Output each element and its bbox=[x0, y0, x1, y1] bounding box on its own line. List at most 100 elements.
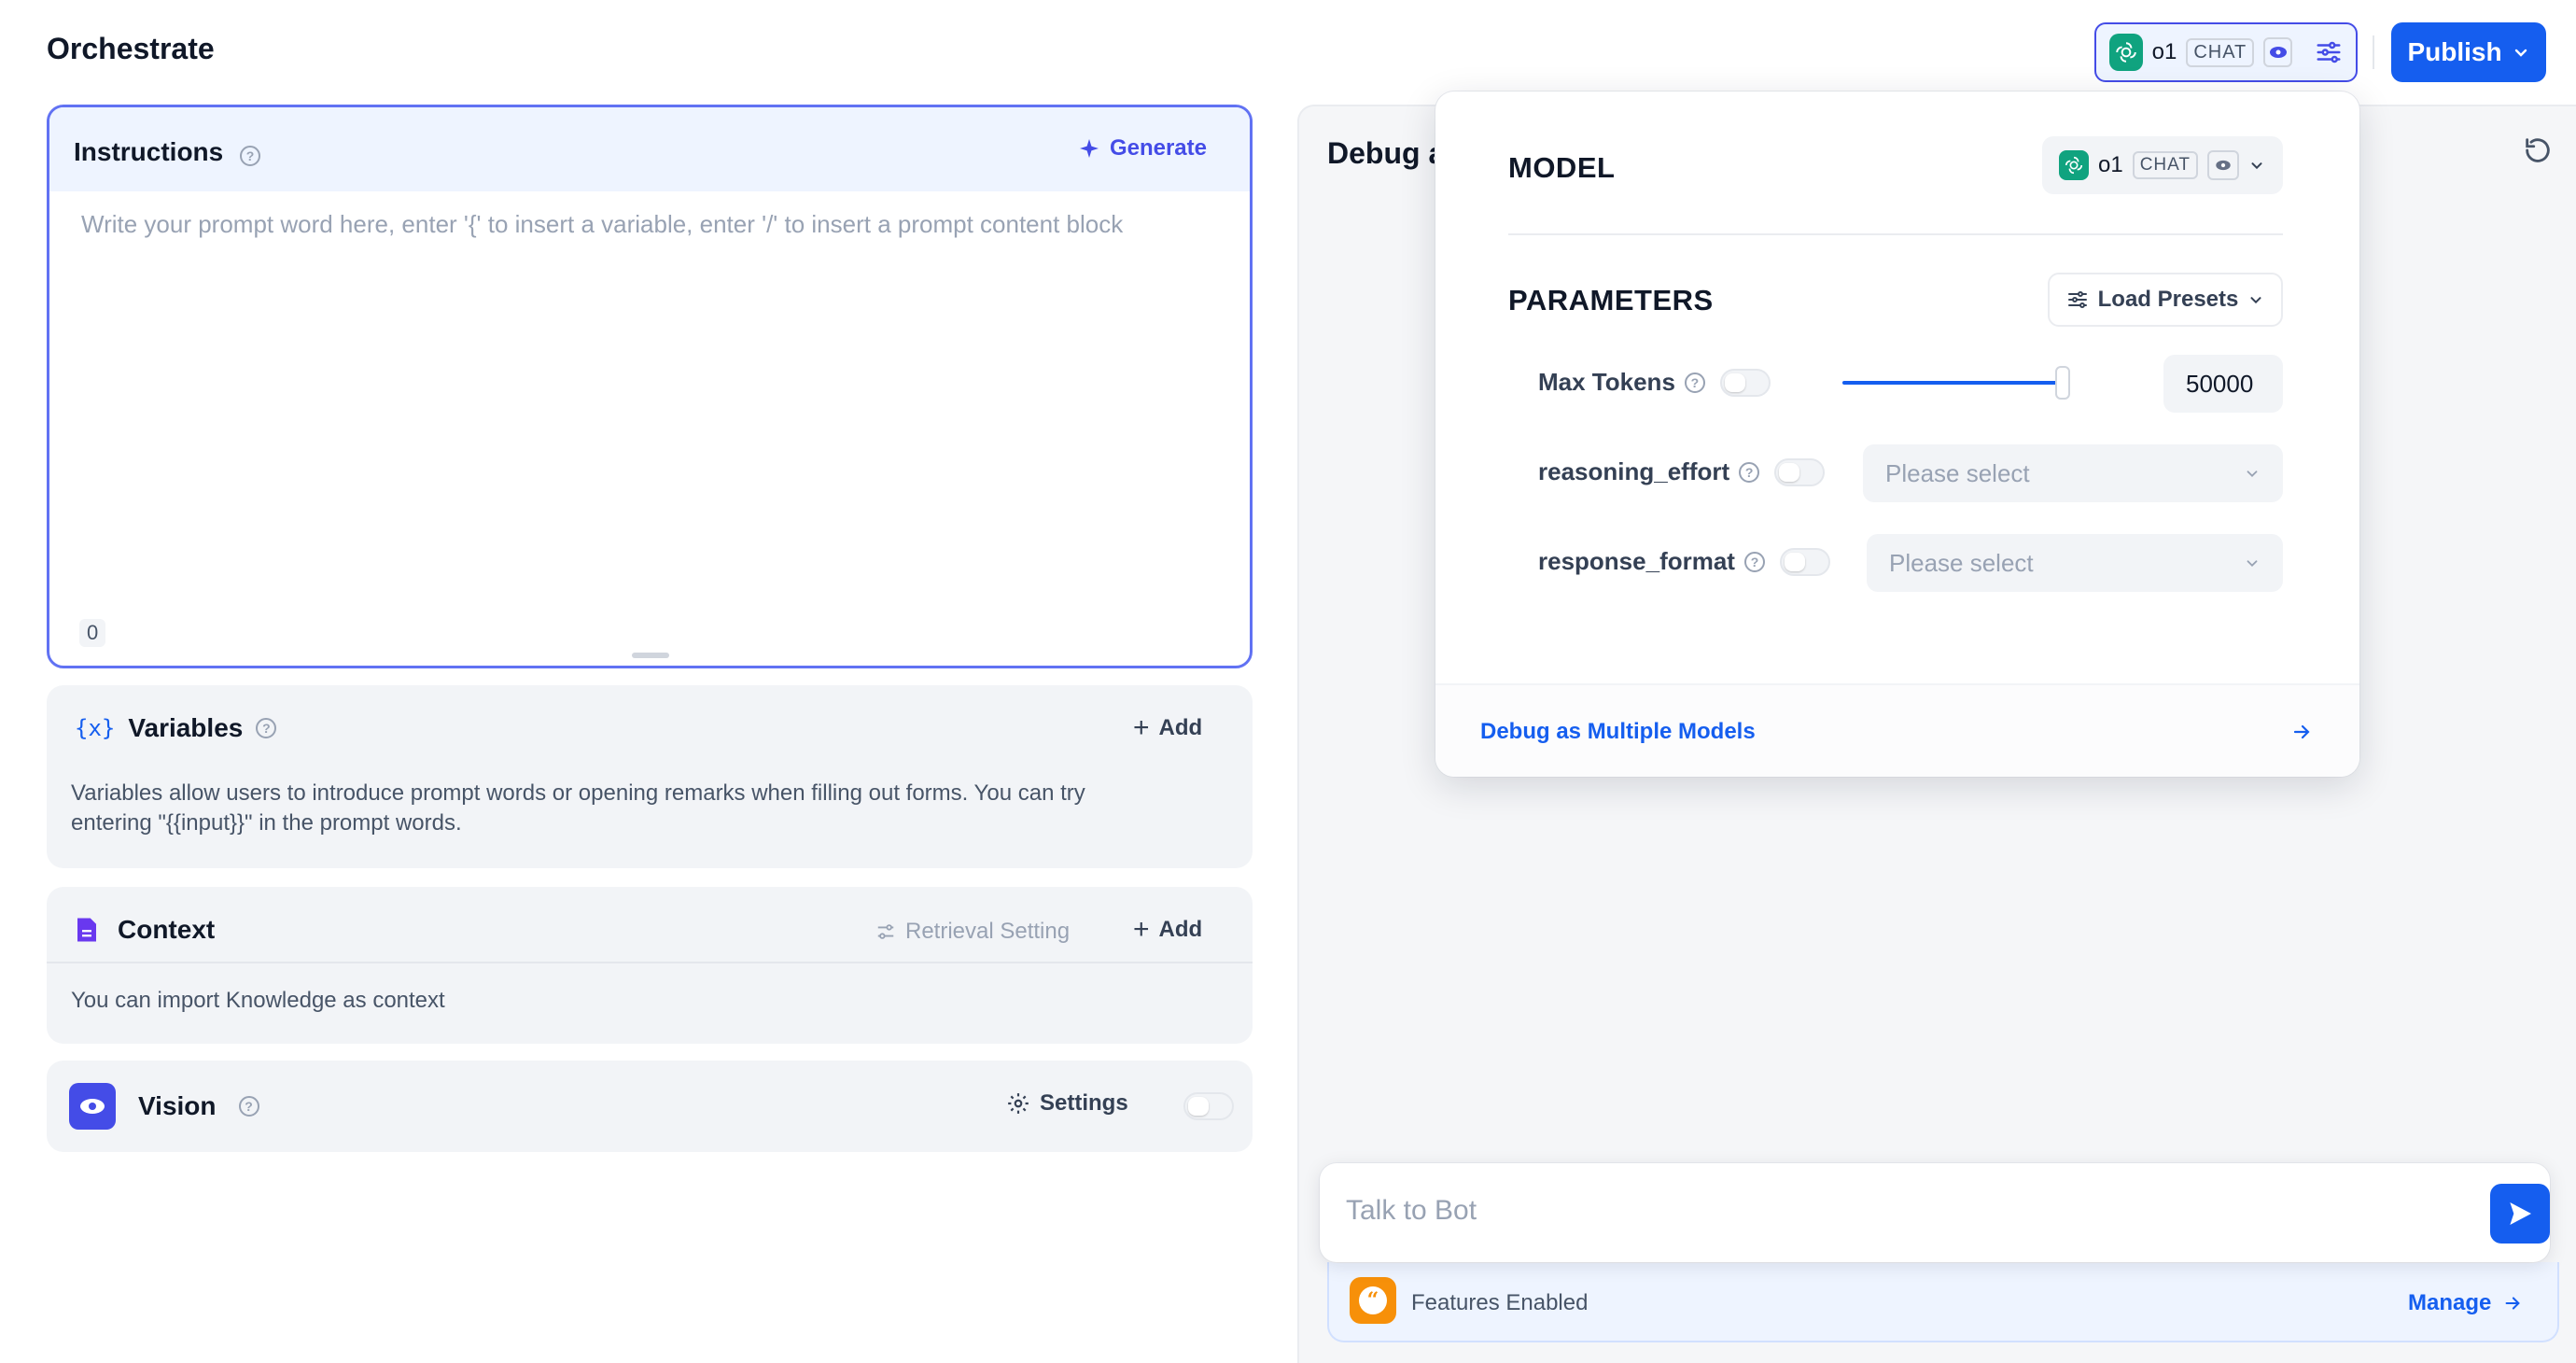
param-label: response_format bbox=[1538, 547, 1735, 575]
model-settings-popup: MODEL o1 CHAT PARAMETERS Load Presets Ma… bbox=[1435, 91, 2359, 777]
add-label: Add bbox=[1158, 917, 1203, 942]
param-row-reasoning-effort: reasoning_effort ? bbox=[1538, 457, 1826, 486]
retrieval-setting-button[interactable]: Retrieval Setting bbox=[875, 919, 1070, 945]
send-icon bbox=[2510, 1202, 2531, 1225]
publish-button[interactable]: Publish bbox=[2391, 22, 2546, 82]
max-tokens-input[interactable]: 50000 bbox=[2163, 355, 2283, 413]
vision-settings-button[interactable]: Settings bbox=[1006, 1090, 1128, 1117]
help-icon[interactable]: ? bbox=[238, 1096, 259, 1117]
context-title: Context bbox=[118, 915, 216, 944]
model-selector-chip[interactable]: o1 CHAT bbox=[2094, 22, 2358, 82]
instructions-title: Instructions ? bbox=[74, 137, 261, 167]
gear-icon bbox=[1008, 1093, 1029, 1114]
model-name: o1 bbox=[2151, 39, 2177, 64]
add-variable-button[interactable]: + Add bbox=[1133, 712, 1203, 743]
instructions-header: Instructions ? Generate bbox=[49, 107, 1250, 191]
settings-label: Settings bbox=[1040, 1090, 1128, 1116]
debug-multiple-models-link[interactable]: Debug as Multiple Models bbox=[1480, 719, 1756, 745]
settings-sliders-icon bbox=[877, 924, 894, 939]
parameters-heading: PARAMETERS bbox=[1508, 284, 1714, 316]
model-heading: MODEL bbox=[1508, 151, 1616, 184]
sliders-icon bbox=[2067, 291, 2087, 308]
features-enabled-label: Features Enabled bbox=[1411, 1290, 1589, 1315]
instructions-editor[interactable]: Instructions ? Generate Write your promp… bbox=[47, 105, 1253, 668]
chevron-down-icon bbox=[2247, 560, 2258, 567]
context-description: You can import Knowledge as context bbox=[71, 988, 445, 1013]
param-row-response-format: response_format ? bbox=[1538, 547, 1830, 576]
slider-track bbox=[1842, 381, 2063, 385]
chat-input-box[interactable]: Talk to Bot bbox=[1320, 1163, 2550, 1262]
load-presets-label: Load Presets bbox=[2097, 287, 2239, 312]
page-title: Orchestrate bbox=[47, 32, 215, 65]
param-label: reasoning_effort bbox=[1538, 457, 1730, 485]
chevron-down-icon bbox=[2250, 297, 2261, 304]
response-format-toggle[interactable] bbox=[1779, 547, 1830, 576]
header-divider bbox=[2373, 35, 2374, 69]
chevron-down-icon bbox=[2251, 162, 2262, 170]
param-label: Max Tokens bbox=[1538, 368, 1675, 396]
vision-eye-icon bbox=[69, 1083, 116, 1130]
context-card: Context Retrieval Setting + Add You can … bbox=[47, 887, 1253, 1044]
send-button[interactable] bbox=[2490, 1184, 2550, 1244]
add-label: Add bbox=[1158, 715, 1203, 740]
model-mode-tag: CHAT bbox=[2186, 37, 2255, 67]
add-context-button[interactable]: + Add bbox=[1133, 914, 1203, 945]
features-bar: “ Features Enabled Manage bbox=[1327, 1262, 2559, 1342]
vision-title: Vision bbox=[138, 1091, 217, 1120]
model-name: o1 bbox=[2098, 152, 2123, 177]
help-icon[interactable]: ? bbox=[240, 146, 261, 166]
reasoning-effort-select[interactable]: Please select bbox=[1863, 444, 2283, 502]
max-tokens-slider[interactable] bbox=[1842, 366, 2070, 400]
features-quote-icon: “ bbox=[1350, 1277, 1396, 1324]
vision-eye-icon bbox=[2207, 150, 2240, 180]
popup-footer[interactable]: Debug as Multiple Models bbox=[1435, 683, 2359, 777]
manage-label: Manage bbox=[2408, 1290, 2492, 1315]
openai-logo-icon bbox=[2109, 34, 2143, 71]
reasoning-effort-toggle[interactable] bbox=[1774, 457, 1826, 486]
param-row-max-tokens: Max Tokens ? bbox=[1538, 368, 1771, 397]
variables-description: Variables allow users to introduce promp… bbox=[71, 780, 1085, 836]
vision-eye-icon bbox=[2263, 37, 2292, 67]
chevron-down-icon bbox=[2247, 471, 2258, 477]
debug-title: Debug a bbox=[1327, 136, 1446, 170]
publish-label: Publish bbox=[2407, 37, 2502, 66]
help-icon[interactable]: ? bbox=[1743, 551, 1765, 572]
max-tokens-toggle[interactable] bbox=[1719, 368, 1771, 397]
retrieval-setting-label: Retrieval Setting bbox=[905, 919, 1071, 944]
help-icon[interactable]: ? bbox=[1684, 372, 1705, 393]
load-presets-button[interactable]: Load Presets bbox=[2048, 273, 2283, 327]
generate-button[interactable]: Generate bbox=[1078, 135, 1207, 162]
char-count: 0 bbox=[79, 619, 106, 647]
resize-handle[interactable] bbox=[632, 653, 669, 658]
refresh-icon[interactable] bbox=[2522, 134, 2554, 166]
context-divider bbox=[47, 962, 1253, 963]
variables-card: {x} Variables ? + Add Variables allow us… bbox=[47, 685, 1253, 868]
document-icon bbox=[77, 918, 96, 942]
vision-card: Vision ? Settings bbox=[47, 1061, 1253, 1152]
manage-features-button[interactable]: Manage bbox=[2408, 1290, 2523, 1316]
model-mode-tag: CHAT bbox=[2132, 151, 2199, 179]
chevron-down-icon bbox=[2514, 49, 2527, 57]
sparkle-icon bbox=[1079, 139, 1099, 158]
model-select[interactable]: o1 CHAT bbox=[2042, 136, 2283, 194]
prompt-placeholder[interactable]: Write your prompt word here, enter '{' t… bbox=[81, 210, 1123, 239]
plus-icon: + bbox=[1133, 914, 1150, 945]
plus-icon: + bbox=[1133, 712, 1150, 743]
select-placeholder: Please select bbox=[1885, 458, 2030, 487]
max-tokens-value: 50000 bbox=[2186, 369, 2254, 398]
variable-braces-icon: {x} bbox=[75, 715, 116, 741]
section-divider bbox=[1508, 233, 2283, 235]
generate-label: Generate bbox=[1109, 135, 1207, 161]
arrow-right-icon bbox=[2505, 1297, 2521, 1310]
arrow-right-icon bbox=[2293, 724, 2310, 739]
response-format-select[interactable]: Please select bbox=[1867, 534, 2283, 592]
select-placeholder: Please select bbox=[1889, 548, 2034, 577]
chat-input-placeholder[interactable]: Talk to Bot bbox=[1346, 1195, 1477, 1227]
vision-toggle[interactable] bbox=[1183, 1092, 1234, 1120]
help-icon[interactable]: ? bbox=[1739, 461, 1760, 483]
openai-logo-icon bbox=[2059, 150, 2089, 180]
sliders-icon[interactable] bbox=[2315, 38, 2343, 66]
slider-handle[interactable] bbox=[2055, 366, 2070, 400]
help-icon[interactable]: ? bbox=[256, 718, 277, 738]
variables-title: Variables bbox=[128, 713, 244, 742]
